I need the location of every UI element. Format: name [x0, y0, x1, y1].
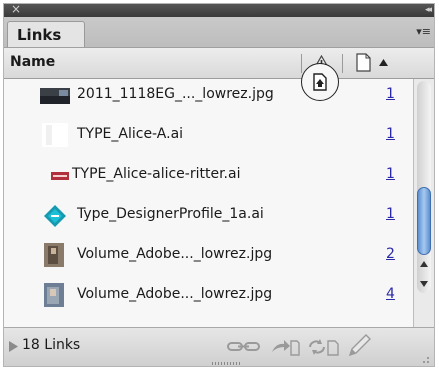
column-divider [301, 54, 302, 73]
link-filename: TYPE_Alice-A.ai [77, 126, 184, 142]
list-item[interactable]: Volume_Adobe..._lowrez.jpg 2 [4, 239, 413, 271]
collapse-panel-icon[interactable]: ◂◂ [425, 4, 432, 16]
link-page-number[interactable]: 4 [386, 286, 395, 302]
column-header-name[interactable]: Name [10, 54, 55, 70]
tab-links[interactable]: Links [7, 21, 85, 47]
link-filename: TYPE_Alice-alice-ritter.ai [72, 166, 241, 182]
go-to-link-icon[interactable] [270, 338, 300, 356]
link-filename: Type_DesignerProfile_1a.ai [77, 206, 264, 222]
sort-ascending-icon[interactable] [379, 59, 388, 66]
panel-resize-handle[interactable] [212, 362, 242, 365]
link-page-number[interactable]: 1 [386, 86, 395, 102]
list-item[interactable]: Volume_Adobe..._lowrez.jpg 4 [4, 279, 413, 311]
column-divider [342, 54, 343, 73]
scroll-up-arrow-icon[interactable] [420, 261, 428, 267]
embedded-icon[interactable] [312, 73, 328, 91]
link-filename: Volume_Adobe..._lowrez.jpg [77, 246, 273, 262]
panel-tab-row: Links ▾≡ [4, 17, 434, 48]
status-highlight-circle [301, 63, 339, 101]
photo-thumbnail [44, 283, 64, 307]
photo-thumbnail [44, 243, 64, 267]
link-page-number[interactable]: 1 [386, 206, 395, 222]
blank-thumbnail [42, 123, 68, 147]
link-page-number[interactable]: 1 [386, 166, 395, 182]
close-panel-button[interactable]: × [11, 4, 21, 16]
panel-footer: 18 Links [4, 327, 434, 366]
link-page-number[interactable]: 1 [386, 126, 395, 142]
text-logo-thumbnail [51, 172, 69, 180]
diamond-logo-thumbnail [44, 205, 66, 227]
edit-original-icon[interactable] [347, 334, 373, 356]
disclosure-triangle-icon[interactable] [9, 341, 18, 352]
photo-thumbnail [40, 88, 70, 104]
list-item[interactable]: TYPE_Alice-A.ai 1 [4, 119, 413, 151]
update-link-icon[interactable] [307, 338, 341, 356]
link-filename: 2011_1118EG_..._lowrez.jpg [77, 86, 274, 102]
list-item[interactable]: Type_DesignerProfile_1a.ai 1 [4, 199, 413, 231]
page-icon[interactable] [356, 53, 371, 72]
link-filename: Volume_Adobe..._lowrez.jpg [77, 286, 273, 302]
panel-menu-icon[interactable]: ▾≡ [416, 25, 431, 39]
resize-grip-icon[interactable] [418, 352, 430, 364]
panel-title-bar: × ◂◂ [4, 4, 434, 17]
vertical-scrollbar[interactable] [413, 79, 434, 327]
list-item[interactable]: TYPE_Alice-alice-ritter.ai 1 [4, 159, 413, 191]
column-header-bar: Name [4, 48, 434, 79]
link-count: 18 Links [22, 337, 81, 353]
links-panel: × ◂◂ Links ▾≡ Name 2011_1118EG_..._lowre… [3, 3, 435, 367]
links-list: 2011_1118EG_..._lowrez.jpg 1 TYPE_Alice-… [4, 79, 413, 327]
list-item[interactable]: 2011_1118EG_..._lowrez.jpg 1 [4, 79, 413, 111]
scroll-thumb[interactable] [417, 187, 431, 255]
link-page-number[interactable]: 2 [386, 246, 395, 262]
scroll-down-arrow-icon[interactable] [420, 281, 428, 287]
relink-icon[interactable] [226, 338, 262, 354]
